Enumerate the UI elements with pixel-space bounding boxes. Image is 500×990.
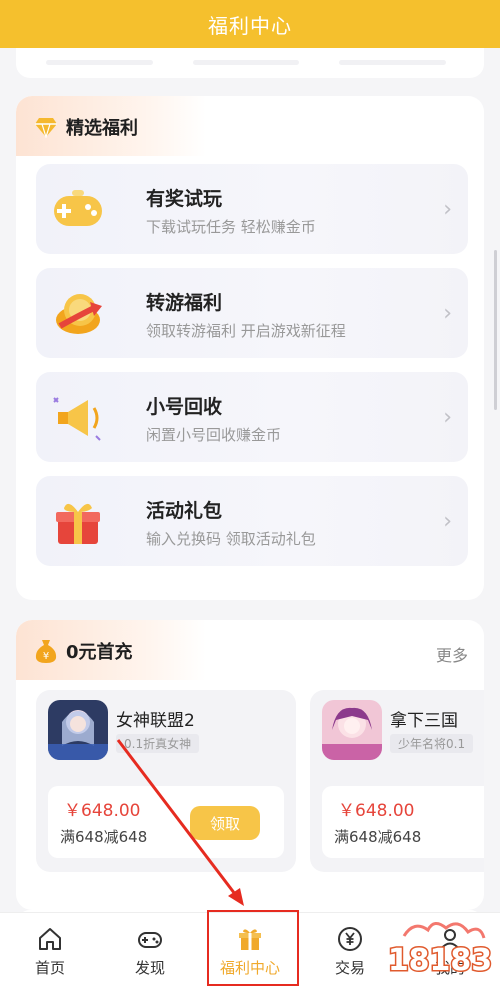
game-avatar <box>48 700 108 760</box>
game-tag: 少年名将0.1 <box>390 734 474 753</box>
tab-home[interactable]: 首页 <box>0 913 100 990</box>
featured-title: 精选福利 <box>66 118 138 139</box>
item-desc: 领取转游福利 开启游戏新征程 <box>146 322 346 340</box>
svg-text:18183: 18183 <box>388 943 492 978</box>
header-bar: 福利中心 <box>0 0 500 48</box>
item-desc: 下载试玩任务 轻松赚金币 <box>146 218 316 236</box>
gift-box-icon <box>56 503 100 544</box>
chevron-right-icon: › <box>443 405 452 430</box>
coupon-price: ￥648.00 <box>64 801 141 821</box>
section-title: ¥ 0元首充 <box>34 638 133 664</box>
chevron-right-icon: › <box>443 197 452 222</box>
coupon: ￥648.00 满648减648 领取 <box>48 786 284 858</box>
coupon: ￥648.00 满648减648 <box>322 786 484 858</box>
game-avatar <box>322 700 382 760</box>
welfare-item-trial[interactable]: 有奖试玩 下载试玩任务 轻松赚金币 › <box>36 164 468 254</box>
section-title: 精选福利 <box>34 114 138 140</box>
yen-circle-icon <box>338 927 362 951</box>
chevron-right-icon: › <box>443 301 452 326</box>
chevron-right-icon: › <box>443 509 452 534</box>
megaphone-icon <box>53 397 101 441</box>
item-name: 小号回收 <box>146 396 223 418</box>
tab-discover[interactable]: 发现 <box>100 913 200 990</box>
gamepad-icon <box>54 190 102 226</box>
coupon-rule: 满648减648 <box>60 828 148 846</box>
game-card[interactable]: 女神联盟2 0.1折真女神 ￥648.00 满648减648 领取 <box>36 690 296 872</box>
coupon-rule: 满648减648 <box>334 828 422 846</box>
previous-card-stub <box>16 48 484 78</box>
game-tag: 0.1折真女神 <box>116 734 200 753</box>
money-bag-icon: ¥ <box>35 640 57 663</box>
svg-text:¥: ¥ <box>43 651 49 662</box>
item-desc: 输入兑换码 领取活动礼包 <box>146 530 316 548</box>
recharge-title: 0元首充 <box>66 642 133 663</box>
welfare-item-transfer[interactable]: 转游福利 领取转游福利 开启游戏新征程 › <box>36 268 468 358</box>
gamepad-outline-icon <box>138 932 162 948</box>
coin-arrow-icon <box>56 294 102 334</box>
tab-label: 发现 <box>134 959 165 977</box>
item-desc: 闲置小号回收赚金币 <box>146 426 282 444</box>
item-name: 转游福利 <box>146 292 223 314</box>
game-name: 女神联盟2 <box>116 711 195 731</box>
more-link[interactable]: 更多 <box>436 642 468 666</box>
watermark-logo: 18183 <box>386 922 494 980</box>
first-recharge-section: ¥ 0元首充 更多 女神联盟2 0.1折真女神 ￥648.00 满648减648… <box>16 620 484 910</box>
claim-button[interactable]: 领取 <box>190 806 260 840</box>
item-name: 活动礼包 <box>146 500 223 522</box>
page-title: 福利中心 <box>208 13 292 38</box>
diamond-icon <box>35 118 57 138</box>
game-name: 拿下三国 <box>390 711 458 731</box>
annotation-highlight-box <box>207 910 299 986</box>
welfare-item-recycle[interactable]: 小号回收 闲置小号回收赚金币 › <box>36 372 468 462</box>
coupon-price: ￥648.00 <box>338 801 415 821</box>
welfare-item-gift[interactable]: 活动礼包 输入兑换码 领取活动礼包 › <box>36 476 468 566</box>
item-name: 有奖试玩 <box>146 188 223 210</box>
home-icon <box>39 928 61 950</box>
featured-welfare-section: 精选福利 有奖试玩 下载试玩任务 轻松赚金币 › 转游福利 领取转游福利 开启游… <box>16 96 484 600</box>
scrollbar[interactable] <box>494 250 497 410</box>
game-card[interactable]: 拿下三国 少年名将0.1 ￥648.00 满648减648 <box>310 690 484 872</box>
tab-label: 首页 <box>34 959 65 977</box>
tab-label: 交易 <box>334 959 365 977</box>
